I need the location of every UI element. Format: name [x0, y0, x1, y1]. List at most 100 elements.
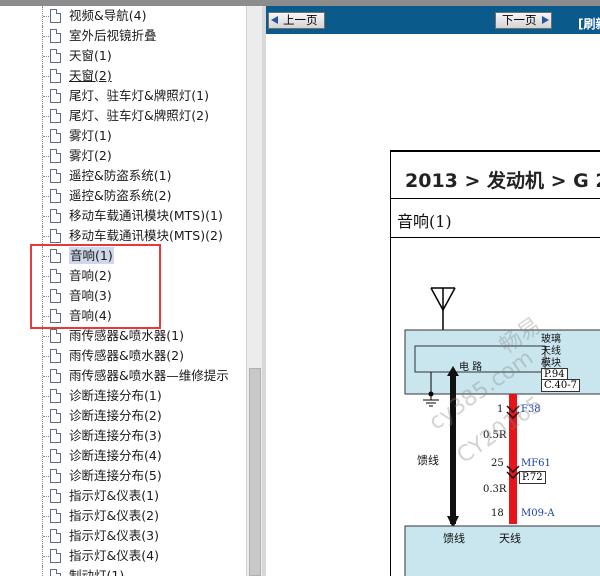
- document-icon: [50, 549, 61, 563]
- tree-item[interactable]: 遥控&防盗系统(2): [0, 186, 246, 206]
- tree-item-label[interactable]: 指示灯&仪表(2): [69, 507, 159, 524]
- tree-item[interactable]: 诊断连接分布(1): [0, 386, 246, 406]
- tree-item[interactable]: 视频&导航(4): [0, 6, 246, 26]
- tree-item-label[interactable]: 雨传感器&喷水器(2): [69, 347, 184, 364]
- document-icon: [50, 509, 61, 523]
- wiring-diagram-svg: [404, 287, 600, 576]
- tree-item[interactable]: 诊断连接分布(4): [0, 446, 246, 466]
- annotation-highlight-box: [30, 244, 161, 329]
- document-pane: 上一页 下一页 [刷新 2013 > 发动机 > G 2 音响(1): [266, 6, 600, 576]
- tree-item[interactable]: 雾灯(2): [0, 146, 246, 166]
- tree-item-label[interactable]: 雾灯(1): [69, 127, 112, 144]
- tree-item[interactable]: 指示灯&仪表(2): [0, 506, 246, 526]
- document-icon: [50, 469, 61, 483]
- tree-item-label[interactable]: 视频&导航(4): [69, 7, 146, 24]
- document-icon: [50, 109, 61, 123]
- document-icon: [50, 409, 61, 423]
- tree-item-label[interactable]: 雾灯(2): [69, 147, 112, 164]
- document-icon: [50, 189, 61, 203]
- next-page-label: 下一页: [502, 13, 537, 27]
- document-icon: [50, 329, 61, 343]
- feeder-bottom-label: 馈线: [443, 532, 465, 545]
- tree-item-label[interactable]: 指示灯&仪表(1): [69, 487, 159, 504]
- breadcrumb-text: 2013 > 发动机 > G 2: [405, 170, 600, 192]
- tree-item[interactable]: 雾灯(1): [0, 126, 246, 146]
- connector-mf61[interactable]: MF61: [521, 458, 551, 469]
- document-icon: [50, 349, 61, 363]
- document-icon: [50, 69, 61, 83]
- tree-item-label[interactable]: 诊断连接分布(5): [69, 467, 162, 484]
- tree-item-label[interactable]: 尾灯、驻车灯&牌照灯(1): [69, 87, 209, 104]
- document-icon: [50, 449, 61, 463]
- arrow-right-icon: [541, 16, 549, 24]
- section-title: 音响(1): [397, 212, 452, 231]
- tree-item[interactable]: 指示灯&仪表(1): [0, 486, 246, 506]
- tree-item-label[interactable]: 移动车载通讯模块(MTS)(1): [69, 207, 223, 224]
- tree-item[interactable]: 遥控&防盗系统(1): [0, 166, 246, 186]
- document-icon: [50, 429, 61, 443]
- tree-item[interactable]: 指示灯&仪表(3): [0, 526, 246, 546]
- refresh-link[interactable]: [刷新: [578, 15, 600, 32]
- tree-item-label[interactable]: 诊断连接分布(3): [69, 427, 162, 444]
- tree-item[interactable]: 诊断连接分布(2): [0, 406, 246, 426]
- document-icon: [50, 369, 61, 383]
- tree-item-label[interactable]: 尾灯、驻车灯&牌照灯(2): [69, 107, 209, 124]
- tree-item[interactable]: 雨传感器&喷水器—维修提示: [0, 366, 246, 386]
- pin-number-25: 25: [491, 458, 504, 469]
- tree-item[interactable]: 制动灯(1): [0, 566, 246, 576]
- wire-spec-2: 0.3R: [483, 484, 507, 495]
- pin-number-18: 18: [491, 508, 504, 519]
- tree-item-label[interactable]: 指示灯&仪表(3): [69, 527, 159, 544]
- tree-connector-line: [42, 566, 43, 576]
- nav-bar: 上一页 下一页 [刷新: [266, 6, 600, 34]
- tree-item-label[interactable]: 诊断连接分布(1): [69, 387, 162, 404]
- tree-item-label[interactable]: 雨传感器&喷水器(1): [69, 327, 184, 344]
- section-header: 音响(1): [390, 198, 600, 238]
- tree-item[interactable]: 指示灯&仪表(4): [0, 546, 246, 566]
- tree-item[interactable]: 诊断连接分布(3): [0, 426, 246, 446]
- tree-item-label[interactable]: 移动车载通讯模块(MTS)(2): [69, 227, 223, 244]
- tree-item[interactable]: 尾灯、驻车灯&牌照灯(1): [0, 86, 246, 106]
- antenna-icon: [430, 287, 456, 330]
- connector-m09a[interactable]: M09-A: [521, 508, 555, 519]
- tree-item[interactable]: 尾灯、驻车灯&牌照灯(2): [0, 106, 246, 126]
- tree-item-label[interactable]: 制动灯(1): [69, 567, 124, 576]
- tree-item-label[interactable]: 诊断连接分布(4): [69, 447, 162, 464]
- document-icon: [50, 489, 61, 503]
- tree-item-label[interactable]: 诊断连接分布(2): [69, 407, 162, 424]
- tree-item-label[interactable]: 雨传感器&喷水器—维修提示: [69, 367, 229, 384]
- module-circuit-label: 电 路: [459, 362, 483, 373]
- tree-item-label[interactable]: 遥控&防盗系统(2): [69, 187, 171, 204]
- wiring-diagram: 电 路 玻璃 天线 模块 P.94 C.40-7 1 F38 0.5R 馈线 2…: [390, 238, 600, 576]
- tree-item-label[interactable]: 遥控&防盗系统(1): [69, 167, 171, 184]
- tree-item[interactable]: 诊断连接分布(5): [0, 466, 246, 486]
- tree-item[interactable]: 雨传感器&喷水器(1): [0, 326, 246, 346]
- next-page-button[interactable]: 下一页: [495, 12, 552, 29]
- antenna-bottom-label: 天线: [499, 532, 521, 545]
- tree-item[interactable]: 移动车载通讯模块(MTS)(1): [0, 206, 246, 226]
- document-icon: [50, 89, 61, 103]
- tree-item[interactable]: 天窗(1): [0, 46, 246, 66]
- page-ref-1b[interactable]: C.40-7: [541, 379, 580, 392]
- page-ref-2[interactable]: P.72: [519, 471, 546, 484]
- tree-item[interactable]: 移动车载通讯模块(MTS)(2): [0, 226, 246, 246]
- tree-item[interactable]: 天窗(2): [0, 66, 246, 86]
- tree-item-label[interactable]: 室外后视镜折叠: [69, 27, 157, 44]
- tree-item[interactable]: 室外后视镜折叠: [0, 26, 246, 46]
- tree-item[interactable]: 雨传感器&喷水器(2): [0, 346, 246, 366]
- document-icon: [50, 149, 61, 163]
- document-icon: [50, 229, 61, 243]
- feeder-label: 馈线: [417, 454, 439, 467]
- tree-item-label[interactable]: 天窗(1): [69, 47, 112, 64]
- tree-scrollbar[interactable]: [246, 6, 262, 576]
- prev-page-button[interactable]: 上一页: [268, 12, 325, 29]
- prev-page-label: 上一页: [283, 13, 318, 27]
- tree-item-label[interactable]: 天窗(2): [69, 67, 112, 84]
- document-icon: [50, 29, 61, 43]
- scrollbar-thumb[interactable]: [249, 368, 261, 576]
- document-icon: [50, 9, 61, 23]
- arrow-left-icon: [271, 16, 278, 24]
- breadcrumb: 2013 > 发动机 > G 2: [390, 150, 600, 198]
- document-icon: [50, 569, 61, 576]
- tree-item-label[interactable]: 指示灯&仪表(4): [69, 547, 159, 564]
